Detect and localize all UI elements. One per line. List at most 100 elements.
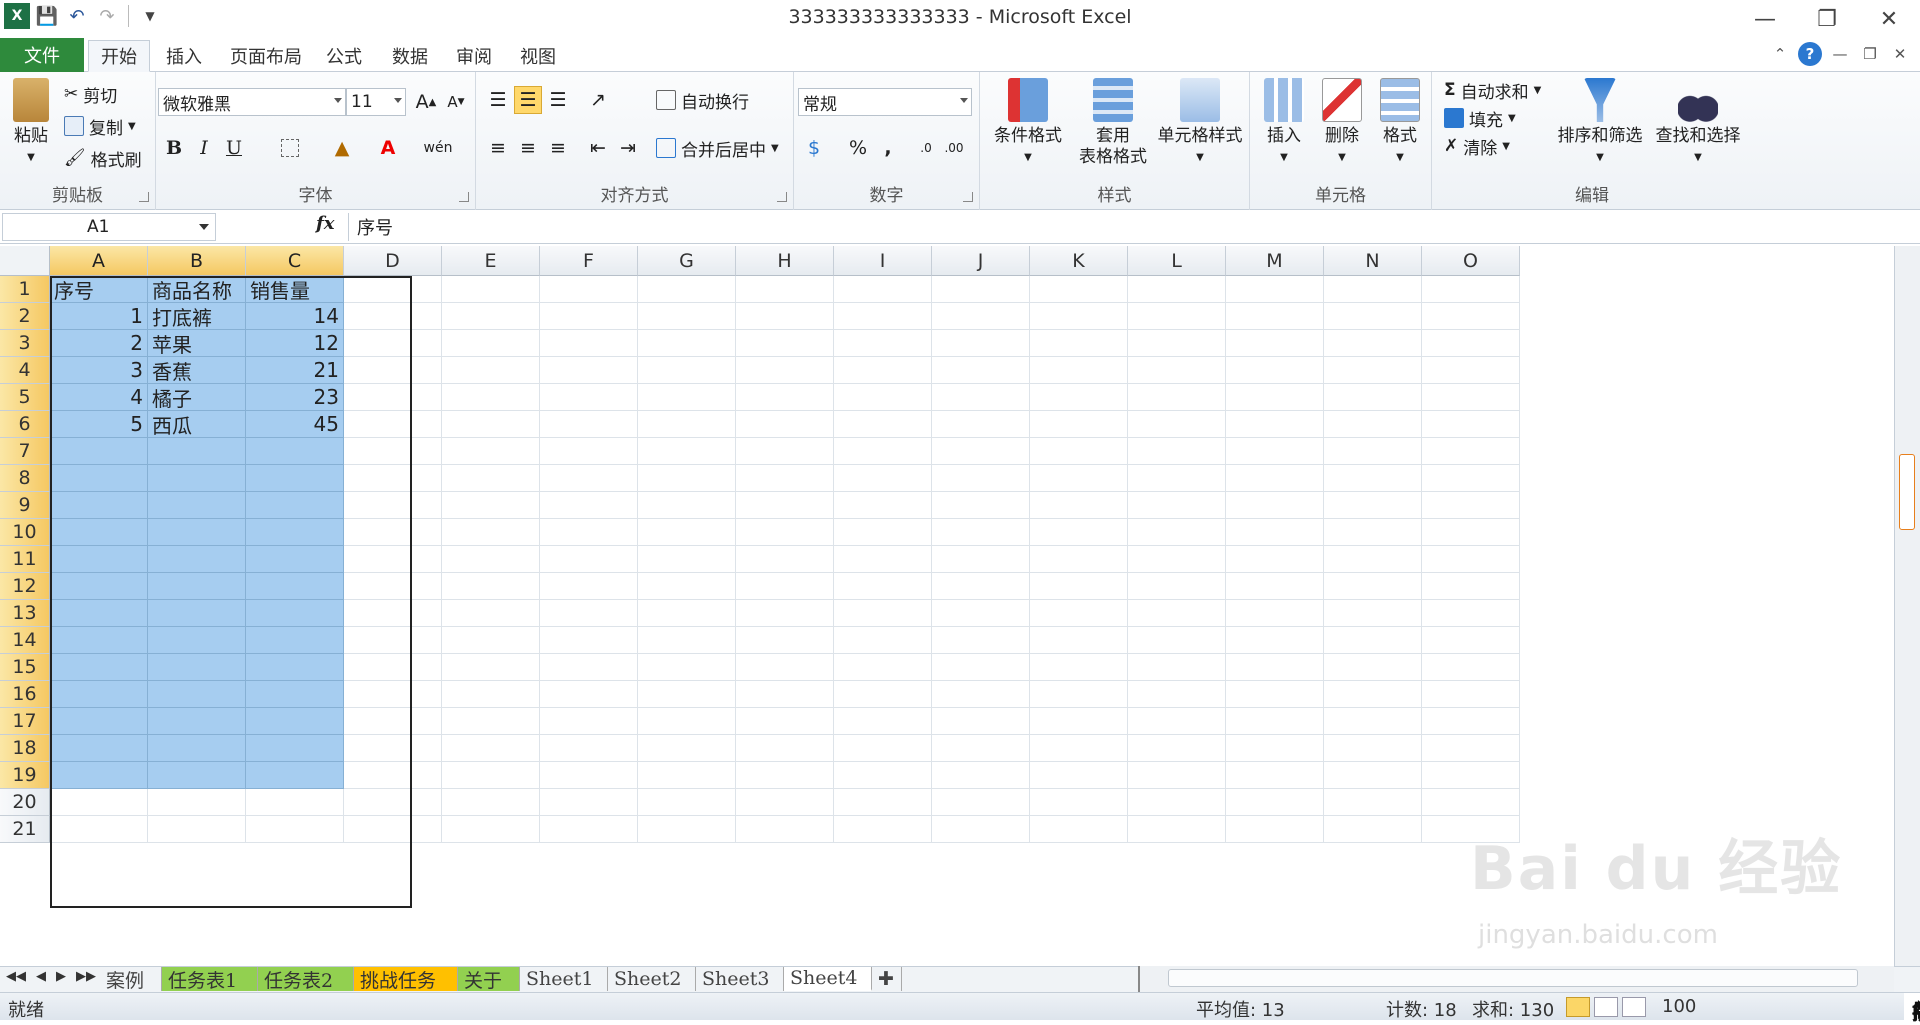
format-cells-button[interactable]: 格式 ▼ bbox=[1372, 78, 1428, 168]
cell-G7[interactable] bbox=[638, 438, 736, 465]
cell-G5[interactable] bbox=[638, 384, 736, 411]
cell-F2[interactable] bbox=[540, 303, 638, 330]
cell-E1[interactable] bbox=[442, 276, 540, 303]
cell-O15[interactable] bbox=[1422, 654, 1520, 681]
cell-F1[interactable] bbox=[540, 276, 638, 303]
cell-E12[interactable] bbox=[442, 573, 540, 600]
shrink-font-button[interactable]: A ▼ bbox=[442, 88, 470, 116]
cell-L18[interactable] bbox=[1128, 735, 1226, 762]
cell-O11[interactable] bbox=[1422, 546, 1520, 573]
cell-I9[interactable] bbox=[834, 492, 932, 519]
cell-G15[interactable] bbox=[638, 654, 736, 681]
cell-F6[interactable] bbox=[540, 411, 638, 438]
cell-M17[interactable] bbox=[1226, 708, 1324, 735]
cell-O18[interactable] bbox=[1422, 735, 1520, 762]
cell-E8[interactable] bbox=[442, 465, 540, 492]
cell-O3[interactable] bbox=[1422, 330, 1520, 357]
cell-I3[interactable] bbox=[834, 330, 932, 357]
cell-J10[interactable] bbox=[932, 519, 1030, 546]
column-header-E[interactable]: E bbox=[442, 246, 540, 276]
row-header-12[interactable]: 12 bbox=[0, 573, 50, 600]
cell-K8[interactable] bbox=[1030, 465, 1128, 492]
cell-N7[interactable] bbox=[1324, 438, 1422, 465]
cell-J13[interactable] bbox=[932, 600, 1030, 627]
column-header-L[interactable]: L bbox=[1128, 246, 1226, 276]
tab-formulas[interactable]: 公式 bbox=[314, 40, 374, 72]
cell-I18[interactable] bbox=[834, 735, 932, 762]
cell-F5[interactable] bbox=[540, 384, 638, 411]
orientation-icon[interactable]: ↗ bbox=[584, 86, 612, 114]
cell-E19[interactable] bbox=[442, 762, 540, 789]
sheet-tab-关于[interactable]: 关于 bbox=[458, 967, 520, 992]
normal-view-icon[interactable] bbox=[1566, 997, 1590, 1017]
cell-E5[interactable] bbox=[442, 384, 540, 411]
cell-K18[interactable] bbox=[1030, 735, 1128, 762]
cell-J20[interactable] bbox=[932, 789, 1030, 816]
cell-G12[interactable] bbox=[638, 573, 736, 600]
align-left-icon[interactable]: ≡ bbox=[484, 134, 512, 162]
row-header-2[interactable]: 2 bbox=[0, 303, 50, 330]
row-header-8[interactable]: 8 bbox=[0, 465, 50, 492]
cell-J16[interactable] bbox=[932, 681, 1030, 708]
cell-K10[interactable] bbox=[1030, 519, 1128, 546]
sheet-tab-Sheet2[interactable]: Sheet2 bbox=[608, 967, 696, 991]
fill-button[interactable]: 填充 ▼ bbox=[1444, 104, 1516, 132]
row-header-1[interactable]: 1 bbox=[0, 276, 50, 303]
cell-G3[interactable] bbox=[638, 330, 736, 357]
column-header-O[interactable]: O bbox=[1422, 246, 1520, 276]
cell-F10[interactable] bbox=[540, 519, 638, 546]
column-header-G[interactable]: G bbox=[638, 246, 736, 276]
cell-H21[interactable] bbox=[736, 816, 834, 843]
cell-E3[interactable] bbox=[442, 330, 540, 357]
cell-L9[interactable] bbox=[1128, 492, 1226, 519]
first-sheet-icon[interactable]: ◀◀ bbox=[6, 969, 26, 984]
cell-N2[interactable] bbox=[1324, 303, 1422, 330]
cell-K20[interactable] bbox=[1030, 789, 1128, 816]
cell-N15[interactable] bbox=[1324, 654, 1422, 681]
cell-L2[interactable] bbox=[1128, 303, 1226, 330]
collapse-ribbon-icon[interactable]: ⌃ bbox=[1768, 42, 1792, 66]
page-layout-view-icon[interactable] bbox=[1594, 997, 1618, 1017]
cell-N18[interactable] bbox=[1324, 735, 1422, 762]
cell-G18[interactable] bbox=[638, 735, 736, 762]
row-header-3[interactable]: 3 bbox=[0, 330, 50, 357]
fill-color-icon[interactable]: ▲ bbox=[328, 134, 356, 162]
cell-H7[interactable] bbox=[736, 438, 834, 465]
cell-I8[interactable] bbox=[834, 465, 932, 492]
cell-M18[interactable] bbox=[1226, 735, 1324, 762]
cell-G14[interactable] bbox=[638, 627, 736, 654]
cell-K7[interactable] bbox=[1030, 438, 1128, 465]
window-close-icon[interactable]: ✕ bbox=[1888, 42, 1912, 66]
cell-J14[interactable] bbox=[932, 627, 1030, 654]
cell-N11[interactable] bbox=[1324, 546, 1422, 573]
name-box[interactable]: A1 bbox=[2, 213, 216, 241]
horizontal-scrollbar[interactable] bbox=[1138, 966, 1894, 992]
cell-E18[interactable] bbox=[442, 735, 540, 762]
ime-settings-icon[interactable]: ⚙ bbox=[1912, 996, 1920, 1020]
copy-button[interactable]: 复制 ▼ bbox=[64, 112, 136, 140]
cell-L11[interactable] bbox=[1128, 546, 1226, 573]
cell-L6[interactable] bbox=[1128, 411, 1226, 438]
cell-M6[interactable] bbox=[1226, 411, 1324, 438]
number-format-select[interactable]: 常规 bbox=[798, 88, 972, 116]
cell-G8[interactable] bbox=[638, 465, 736, 492]
column-header-N[interactable]: N bbox=[1324, 246, 1422, 276]
cell-O10[interactable] bbox=[1422, 519, 1520, 546]
select-all-button[interactable] bbox=[0, 246, 50, 276]
align-center-icon[interactable]: ≡ bbox=[514, 134, 542, 162]
cell-J8[interactable] bbox=[932, 465, 1030, 492]
cell-M14[interactable] bbox=[1226, 627, 1324, 654]
cell-N16[interactable] bbox=[1324, 681, 1422, 708]
cell-G4[interactable] bbox=[638, 357, 736, 384]
format-as-table-button[interactable]: 套用 表格格式 bbox=[1072, 78, 1154, 168]
cell-N19[interactable] bbox=[1324, 762, 1422, 789]
clipboard-launcher-icon[interactable] bbox=[139, 192, 149, 202]
help-icon[interactable]: ? bbox=[1798, 42, 1822, 66]
cut-button[interactable]: ✂ 剪切 bbox=[64, 80, 117, 108]
cell-F19[interactable] bbox=[540, 762, 638, 789]
cell-L10[interactable] bbox=[1128, 519, 1226, 546]
cell-I6[interactable] bbox=[834, 411, 932, 438]
cell-O4[interactable] bbox=[1422, 357, 1520, 384]
cell-G2[interactable] bbox=[638, 303, 736, 330]
row-header-20[interactable]: 20 bbox=[0, 789, 50, 816]
